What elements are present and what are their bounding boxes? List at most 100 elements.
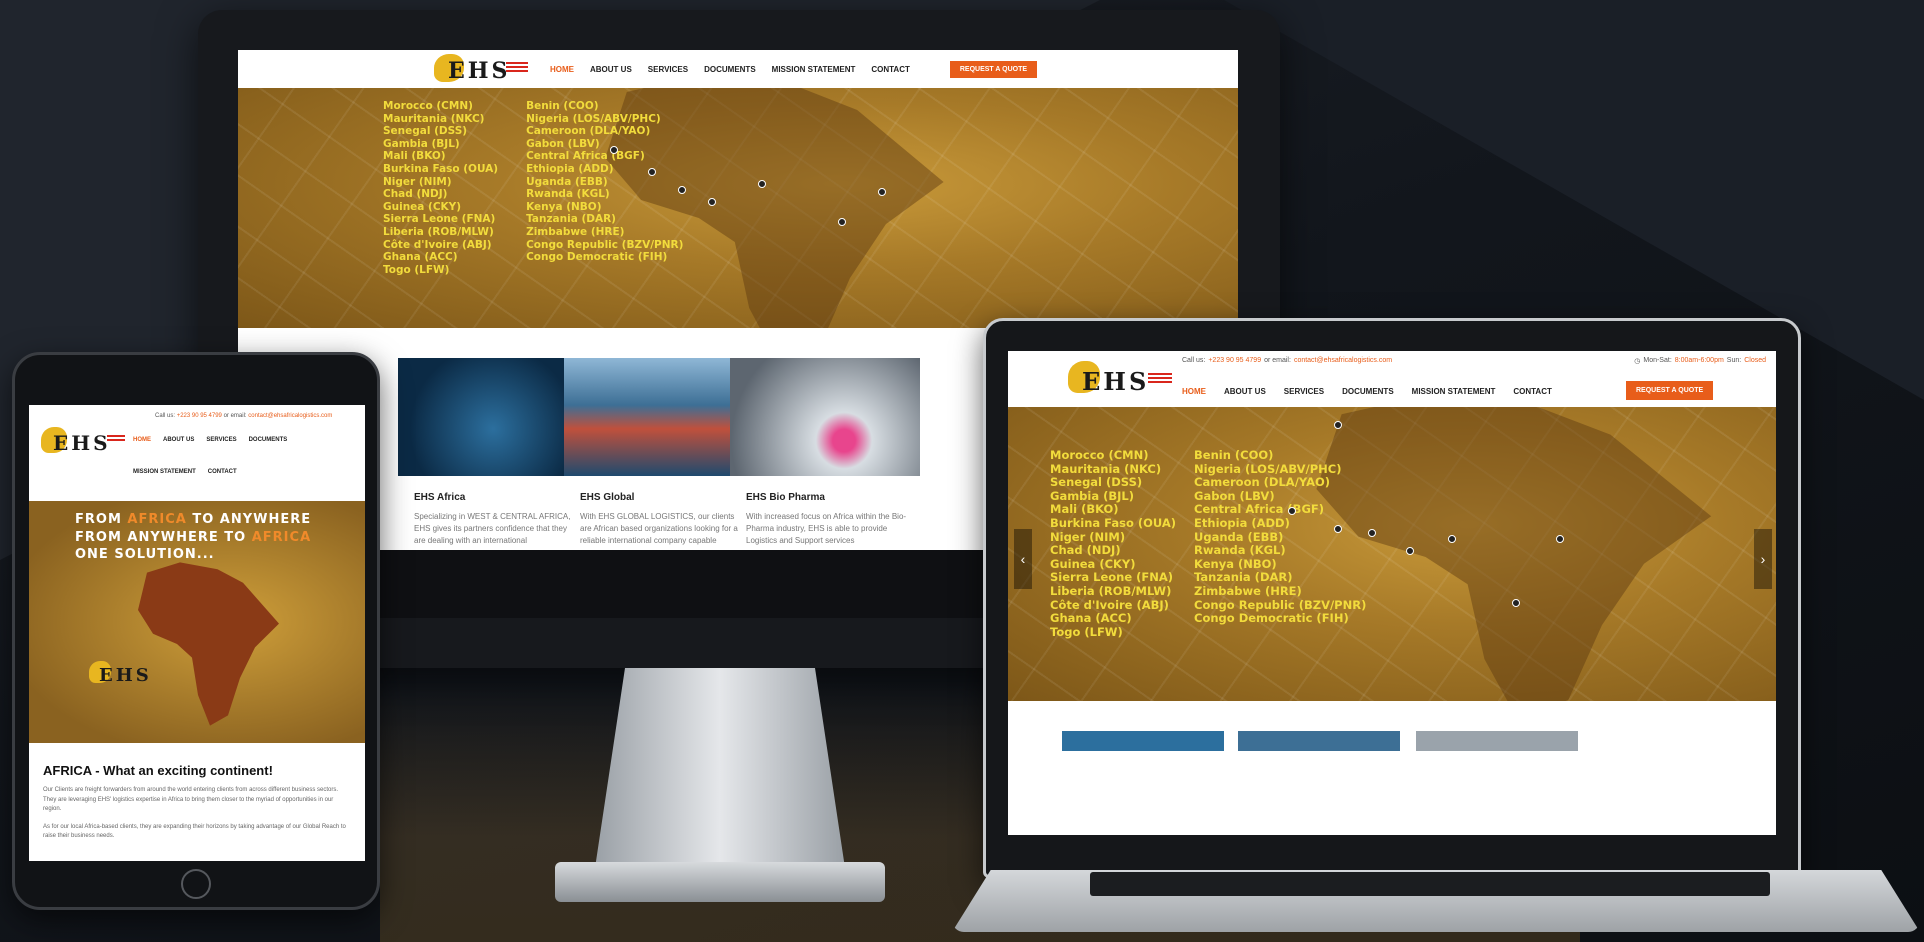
service-card[interactable]: EHS Africa Specializing in WEST & CENTRA… — [398, 358, 588, 547]
intro-paragraph: As for our local Africa-based clients, t… — [43, 823, 346, 840]
location-marker-icon — [610, 146, 618, 154]
location-marker-icon — [648, 168, 656, 176]
phone-link[interactable]: +223 90 95 4799 — [1208, 357, 1261, 364]
nav-documents[interactable]: DOCUMENTS — [704, 65, 756, 74]
country-column-2: Benin (COO) Nigeria (LOS/ABV/PHC) Camero… — [526, 100, 683, 276]
nav-mission-statement[interactable]: MISSION STATEMENT — [772, 65, 856, 74]
nav-home[interactable]: HOME — [550, 65, 574, 74]
phone-link[interactable]: +223 90 95 4799 — [177, 413, 222, 419]
email-link[interactable]: contact@ehsafricalogistics.com — [1294, 357, 1392, 364]
nav-about-us[interactable]: ABOUT US — [163, 437, 194, 443]
ehs-logo[interactable]: EHS — [41, 427, 131, 457]
country-item: Benin (COO) — [526, 100, 599, 112]
tablet-device: Call us: +223 90 95 4799 or email: conta… — [12, 352, 380, 910]
site-header: EHS HOME ABOUT US SERVICES DOCUMENTS MIS… — [238, 50, 1238, 88]
opening-hours: ◷ Mon-Sat: 8:00am-6:00pm Sun: Closed — [1634, 357, 1766, 365]
country-item: Zimbabwe (HRE) — [1194, 583, 1302, 598]
country-item: Gambia (BJL) — [383, 137, 460, 150]
ehs-logo[interactable]: EHS — [1068, 361, 1178, 397]
country-item: Senegal (DSS) — [383, 125, 468, 138]
nav-contact[interactable]: CONTACT — [871, 65, 910, 74]
email-link[interactable]: contact@ehsafricalogistics.com — [248, 413, 332, 419]
nav-documents[interactable]: DOCUMENTS — [1342, 387, 1394, 396]
country-item: Mali (BKO) — [1050, 502, 1119, 517]
country-item: Guinea (CKY) — [1050, 556, 1136, 571]
country-item: Kenya (NBO) — [1194, 556, 1277, 571]
location-marker-icon — [1334, 421, 1342, 429]
hero-map-slider: Morocco (CMN) Mauritania (NKC) Senegal (… — [1008, 407, 1776, 701]
nav-mission-statement[interactable]: MISSION STATEMENT — [133, 469, 196, 475]
chevron-left-icon[interactable]: ‹ — [1014, 529, 1032, 589]
location-marker-icon — [1368, 529, 1376, 537]
nav-documents[interactable]: DOCUMENTS — [249, 437, 288, 443]
country-item: Gabon (LBV) — [1194, 488, 1275, 503]
monitor-base — [555, 862, 885, 902]
country-column-2: Benin (COO) Nigeria (LOS/ABV/PHC) Camero… — [1194, 448, 1366, 639]
globe-image[interactable] — [1062, 731, 1224, 751]
clock-icon: ◷ — [1634, 358, 1641, 365]
service-card[interactable]: EHS Bio Pharma With increased focus on A… — [730, 358, 920, 547]
bio-pharma-image[interactable] — [1416, 731, 1578, 751]
country-item: Côte d'Ivoire (ABJ) — [383, 238, 492, 251]
country-column-1: Morocco (CMN) Mauritania (NKC) Senegal (… — [383, 100, 498, 276]
country-item: Congo Republic (BZV/PNR) — [526, 238, 684, 251]
nav-services[interactable]: SERVICES — [648, 65, 688, 74]
hero-map-banner: Morocco (CMN) Mauritania (NKC) Senegal (… — [238, 88, 1238, 328]
country-item: Gambia (BJL) — [1050, 488, 1135, 503]
country-item: Zimbabwe (HRE) — [526, 225, 625, 238]
service-card[interactable]: EHS Global With EHS GLOBAL LOGISTICS, ou… — [564, 358, 754, 547]
country-item: Tanzania (DAR) — [1194, 570, 1293, 585]
home-button[interactable] — [181, 869, 211, 899]
nav-home[interactable]: HOME — [133, 437, 151, 443]
nav-about-us[interactable]: ABOUT US — [1224, 387, 1266, 396]
card-description: Specializing in WEST & CENTRAL AFRICA, E… — [414, 512, 571, 545]
nav-about-us[interactable]: ABOUT US — [590, 65, 632, 74]
country-item: Nigeria (LOS/ABV/PHC) — [1194, 461, 1342, 476]
main-nav-row-2: MISSION STATEMENT CONTACT — [133, 469, 237, 475]
country-item: Mauritania (NKC) — [383, 112, 485, 125]
hero-logo: EHS — [89, 661, 169, 689]
nav-contact[interactable]: CONTACT — [208, 469, 237, 475]
globe-image — [398, 358, 588, 476]
country-item: Senegal (DSS) — [1050, 475, 1143, 490]
nav-mission-statement[interactable]: MISSION STATEMENT — [1412, 387, 1496, 396]
country-item: Côte d'Ivoire (ABJ) — [1050, 597, 1169, 612]
country-item: Nigeria (LOS/ABV/PHC) — [526, 112, 661, 125]
request-quote-button[interactable]: REQUEST A QUOTE — [949, 60, 1038, 78]
location-marker-icon — [708, 198, 716, 206]
nav-services[interactable]: SERVICES — [206, 437, 236, 443]
chevron-right-icon[interactable]: › — [1754, 529, 1772, 589]
laptop-screen: Call us: +223 90 95 4799 or email: conta… — [1008, 351, 1776, 835]
country-item: Morocco (CMN) — [383, 100, 473, 112]
country-item: Burkina Faso (OUA) — [1050, 515, 1177, 530]
nav-contact[interactable]: CONTACT — [1513, 387, 1552, 396]
country-item: Central Africa (BGF) — [526, 150, 645, 163]
nav-home[interactable]: HOME — [1182, 387, 1206, 396]
country-item: Liberia (ROB/MLW) — [1050, 583, 1172, 598]
main-nav: HOME ABOUT US SERVICES DOCUMENTS MISSION… — [1182, 387, 1552, 396]
country-item: Burkina Faso (OUA) — [383, 162, 499, 175]
tablet-screen: Call us: +223 90 95 4799 or email: conta… — [29, 405, 365, 861]
location-marker-icon — [838, 218, 846, 226]
africa-map — [138, 562, 279, 726]
location-marker-icon — [678, 186, 686, 194]
contact-bar: Call us: +223 90 95 4799 or email: conta… — [1182, 357, 1393, 364]
country-item: Chad (NDJ) — [383, 188, 448, 201]
request-quote-button[interactable]: REQUEST A QUOTE — [1626, 381, 1714, 400]
country-item: Uganda (EBB) — [1194, 529, 1284, 544]
nav-services[interactable]: SERVICES — [1284, 387, 1324, 396]
card-title: EHS Global — [580, 492, 635, 503]
ehs-logo[interactable]: EHS — [434, 52, 534, 86]
intro-section: AFRICA - What an exciting continent! Our… — [29, 743, 365, 861]
contact-bar: Call us: +223 90 95 4799 or email: conta… — [155, 413, 333, 419]
country-item: Cameroon (DLA/YAO) — [526, 125, 651, 138]
logo-stripes — [506, 62, 528, 72]
container-ship-image[interactable] — [1238, 731, 1400, 751]
section-heading: AFRICA - What an exciting continent! — [43, 763, 273, 778]
location-marker-icon — [1288, 507, 1296, 515]
country-item: Sierra Leone (FNA) — [1050, 570, 1174, 585]
card-title: EHS Africa — [414, 492, 466, 503]
country-item: Gabon (LBV) — [526, 137, 600, 150]
country-item: Rwanda (KGL) — [526, 188, 610, 201]
logo-stripes — [107, 435, 125, 443]
